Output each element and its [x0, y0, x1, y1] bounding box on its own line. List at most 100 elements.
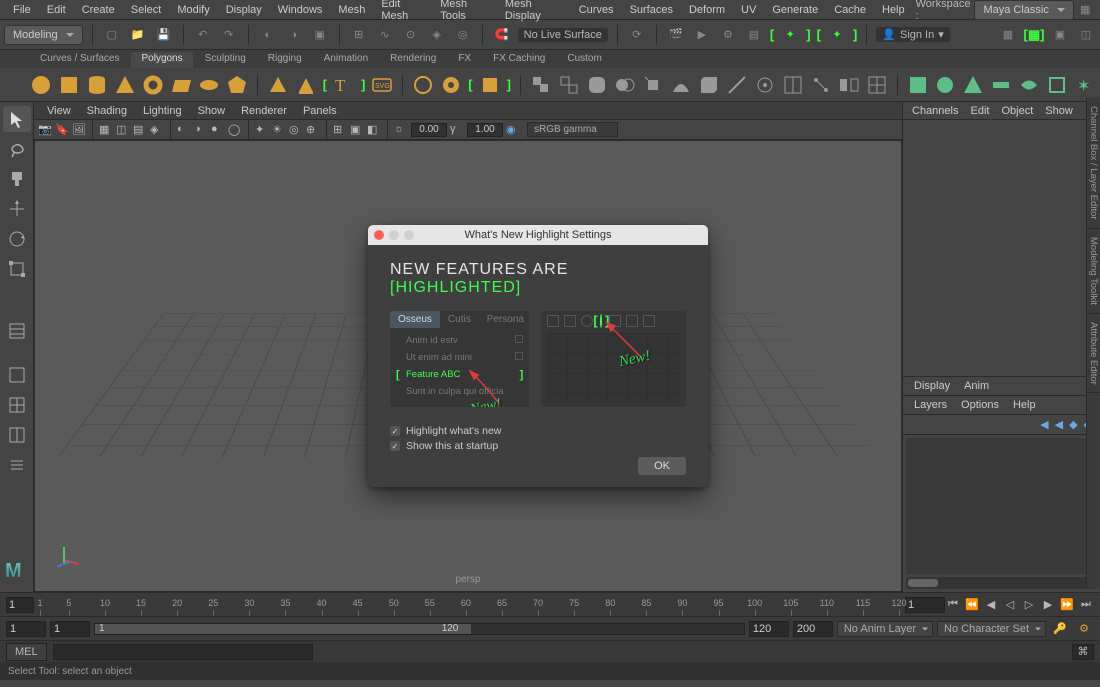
ch-tab-edit[interactable]: Edit	[965, 104, 994, 117]
render-settings-icon[interactable]: ⚙	[718, 25, 738, 45]
layer-scrollbar[interactable]	[906, 577, 1097, 589]
panel-layout-icon-2[interactable]: [▦]	[1024, 25, 1044, 45]
menu-select[interactable]: Select	[124, 2, 169, 18]
layer-icon-1[interactable]: ◀	[1040, 418, 1048, 431]
exposure-icon[interactable]: ☼	[394, 123, 408, 137]
live-surface-icon[interactable]: 🧲	[492, 25, 512, 45]
render-ipr-icon[interactable]: ▶	[692, 25, 712, 45]
vp-icon-m[interactable]: ⊞	[333, 123, 347, 137]
poly-plane-icon[interactable]	[170, 74, 192, 96]
menu-uv[interactable]: UV	[734, 2, 763, 18]
shelf-tab-fxcaching[interactable]: FX Caching	[483, 52, 555, 68]
poly-prism-icon[interactable]	[295, 74, 317, 96]
menu-mesh[interactable]: Mesh	[331, 2, 372, 18]
extrude-icon[interactable]	[642, 74, 664, 96]
current-frame-input[interactable]	[905, 597, 945, 613]
mel-input[interactable]	[53, 644, 313, 660]
select-mask-icon[interactable]: ◐	[258, 25, 278, 45]
menu-generate[interactable]: Generate	[765, 2, 825, 18]
snap-grid-icon[interactable]: ⊞	[349, 25, 369, 45]
ok-button[interactable]: OK	[638, 457, 686, 475]
outliner-icon[interactable]	[3, 318, 31, 344]
quad-draw-icon[interactable]	[866, 74, 888, 96]
snap-point-icon[interactable]: ⊙	[401, 25, 421, 45]
vp-menu-lighting[interactable]: Lighting	[136, 104, 189, 118]
layout-list-icon[interactable]	[3, 452, 31, 478]
step-back-icon[interactable]: ◀	[983, 597, 999, 613]
gamma-input[interactable]	[467, 123, 503, 137]
mode-menu[interactable]: Modeling	[4, 25, 83, 45]
window-min-icon[interactable]	[389, 230, 399, 240]
insert-edge-icon[interactable]	[782, 74, 804, 96]
menu-display[interactable]: Display	[219, 2, 269, 18]
vp-img-icon[interactable]: 🖼	[72, 123, 86, 137]
gamma-icon[interactable]: γ	[450, 123, 464, 137]
vp-icon-l[interactable]: ⊕	[306, 123, 320, 137]
poly-pyramid-icon[interactable]	[267, 74, 289, 96]
sculpt-icon-4[interactable]	[990, 74, 1012, 96]
window-max-icon[interactable]	[404, 230, 414, 240]
step-back-key-icon[interactable]: ⏪	[964, 597, 980, 613]
redo-icon[interactable]: ↷	[219, 25, 239, 45]
menu-meshtools[interactable]: Mesh Tools	[433, 0, 496, 24]
menu-help[interactable]: Help	[875, 2, 912, 18]
target-weld-icon[interactable]	[754, 74, 776, 96]
anim-layer-dropdown[interactable]: No Anim Layer	[837, 621, 933, 637]
menu-windows[interactable]: Windows	[271, 2, 330, 18]
check-show-startup[interactable]: ✓ Show this at startup	[390, 440, 686, 452]
scale-tool[interactable]	[3, 256, 31, 282]
snap-plane-icon[interactable]: ◈	[427, 25, 447, 45]
layer-tab-anim[interactable]: Anim	[959, 379, 994, 393]
multicut-icon[interactable]	[726, 74, 748, 96]
layer-tab-display[interactable]: Display	[909, 379, 955, 393]
bridge-icon[interactable]	[670, 74, 692, 96]
vp-menu-renderer[interactable]: Renderer	[234, 104, 294, 118]
vp-icon-b[interactable]: ◫	[116, 123, 130, 137]
step-fwd-icon[interactable]: ▶	[1040, 597, 1056, 613]
window-close-icon[interactable]	[374, 230, 384, 240]
select-mask3-icon[interactable]: ▣	[310, 25, 330, 45]
poly-disc-icon[interactable]	[198, 74, 220, 96]
vp-icon-i[interactable]: ✦	[255, 123, 269, 137]
vp-icon-h[interactable]: ◯	[228, 123, 242, 137]
shelf-tab-sculpt[interactable]: Sculpting	[195, 52, 256, 68]
bevel-icon[interactable]	[698, 74, 720, 96]
layout-two-icon[interactable]	[3, 422, 31, 448]
autokey-icon[interactable]: 🔑	[1050, 619, 1070, 639]
save-scene-icon[interactable]: 💾	[154, 25, 174, 45]
menu-curves[interactable]: Curves	[572, 2, 621, 18]
anim-prefs-icon[interactable]: ⚙	[1074, 619, 1094, 639]
side-tab-channelbox[interactable]: Channel Box / Layer Editor	[1087, 98, 1100, 229]
sculpt-icon-2[interactable]	[934, 74, 956, 96]
range-end-inner[interactable]	[749, 621, 789, 637]
snap-live-icon[interactable]: ◎	[453, 25, 473, 45]
ch-tab-show[interactable]: Show	[1040, 104, 1078, 117]
menu-modify[interactable]: Modify	[170, 2, 216, 18]
dialog-ex-tab3[interactable]: Persona	[479, 311, 530, 328]
poly-gear-icon[interactable]	[440, 74, 462, 96]
range-start-inner[interactable]	[50, 621, 90, 637]
poly-svg-icon[interactable]: SVG	[371, 74, 393, 96]
ch-tab-object[interactable]: Object	[996, 104, 1038, 117]
sign-in-button[interactable]: 👤 Sign In ▾	[876, 27, 949, 42]
vp-icon-e[interactable]: ◐	[177, 123, 191, 137]
separate-icon[interactable]	[558, 74, 580, 96]
poly-sphere-icon[interactable]	[30, 74, 52, 96]
render-icon[interactable]: 🎬	[666, 25, 686, 45]
menu-create[interactable]: Create	[75, 2, 122, 18]
menu-edit[interactable]: Edit	[40, 2, 73, 18]
range-end-outer[interactable]	[793, 621, 833, 637]
step-fwd-key-icon[interactable]: ⏩	[1059, 597, 1075, 613]
new-feature-icon[interactable]: ✦	[780, 25, 800, 45]
menu-file[interactable]: File	[6, 2, 38, 18]
color-mgmt-icon[interactable]: ◉	[506, 123, 520, 137]
timeline-start[interactable]	[6, 597, 34, 613]
rotate-tool[interactable]	[3, 226, 31, 252]
new-feature-icon2[interactable]: ✦	[827, 25, 847, 45]
go-start-icon[interactable]: ⏮	[945, 597, 961, 613]
play-fwd-icon[interactable]: ▷	[1021, 597, 1037, 613]
poly-platonic-icon[interactable]	[226, 74, 248, 96]
workspace-dropdown[interactable]: Maya Classic	[974, 0, 1074, 20]
open-scene-icon[interactable]: 📁	[128, 25, 148, 45]
go-end-icon[interactable]: ⏭	[1078, 597, 1094, 613]
